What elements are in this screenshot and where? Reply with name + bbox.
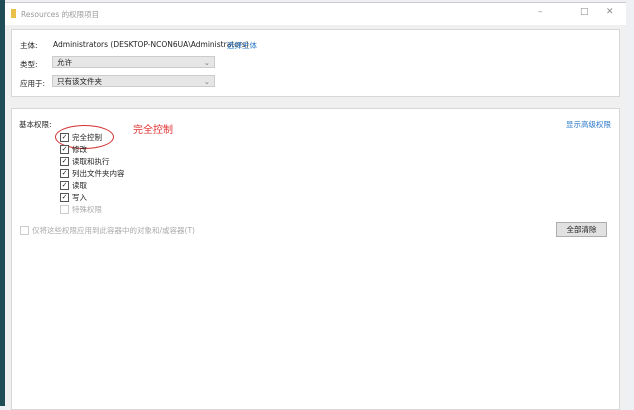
checkbox-read[interactable]: ✓ 读取 (60, 180, 87, 191)
checkbox-label: 仅将这些权限应用到此容器中的对象和/或容器(T) (32, 226, 195, 235)
checkbox-label: 特殊权限 (72, 205, 102, 214)
minimize-button[interactable]: – (538, 7, 543, 17)
checkbox-checked-icon: ✓ (60, 193, 69, 202)
checkbox-unchecked-icon (20, 226, 29, 235)
checkbox-checked-icon: ✓ (60, 133, 69, 142)
applies-to-value: 只有该文件夹 (57, 77, 102, 86)
checkbox-apply-only: 仅将这些权限应用到此容器中的对象和/或容器(T) (20, 225, 195, 236)
principal-value: Administrators (DESKTOP-NCON6UA\Administ… (53, 40, 249, 49)
checkbox-label: 列出文件夹内容 (72, 169, 125, 178)
basic-permissions-panel: 基本权限: 显示高级权限 完全控制 ✓ 完全控制 ✓ 修改 ✓ 读取和执行 ✓ 列出文件… (11, 108, 620, 410)
clear-all-button[interactable]: 全部清除 (556, 222, 607, 237)
chevron-down-icon: ⌄ (203, 77, 210, 86)
checkbox-read-execute[interactable]: ✓ 读取和执行 (60, 156, 110, 167)
checkbox-checked-icon: ✓ (60, 181, 69, 190)
checkbox-modify[interactable]: ✓ 修改 (60, 144, 87, 155)
checkbox-write[interactable]: ✓ 写入 (60, 192, 87, 203)
applies-to-select[interactable]: 只有该文件夹 ⌄ (52, 75, 215, 87)
principal-label: 主体: (20, 41, 38, 50)
checkbox-checked-icon: ✓ (60, 145, 69, 154)
checkbox-full-control[interactable]: ✓ 完全控制 (60, 132, 102, 143)
title-bar: Resources 的权限项目 – □ ✕ (5, 3, 626, 25)
checkbox-label: 读取和执行 (72, 157, 110, 166)
window-title: Resources 的权限项目 (21, 10, 100, 19)
checkbox-label: 读取 (72, 181, 87, 190)
checkbox-checked-icon: ✓ (60, 157, 69, 166)
checkbox-label: 修改 (72, 145, 87, 154)
permission-entry-dialog: Resources 的权限项目 – □ ✕ 主体: Administrators… (5, 2, 626, 410)
chevron-down-icon: ⌄ (203, 58, 210, 67)
type-value: 允许 (57, 58, 72, 67)
show-advanced-link[interactable]: 显示高级权限 (566, 119, 611, 130)
type-label: 类型: (20, 60, 38, 69)
basic-permissions-label: 基本权限: (19, 120, 52, 129)
annotation-text: 完全控制 (133, 125, 173, 136)
maximize-button[interactable]: □ (580, 7, 589, 17)
principal-panel: 主体: Administrators (DESKTOP-NCON6UA\Admi… (11, 29, 620, 97)
checkbox-label: 完全控制 (72, 133, 102, 142)
checkbox-list-folder[interactable]: ✓ 列出文件夹内容 (60, 168, 125, 179)
type-select[interactable]: 允许 ⌄ (52, 56, 215, 68)
close-button[interactable]: ✕ (606, 7, 614, 17)
checkbox-checked-icon: ✓ (60, 169, 69, 178)
checkbox-label: 写入 (72, 193, 87, 202)
checkbox-special: 特殊权限 (60, 204, 102, 215)
select-principal-link[interactable]: 选择主体 (227, 40, 257, 51)
applies-to-label: 应用于: (20, 79, 46, 88)
checkbox-unchecked-icon (60, 205, 69, 214)
folder-icon (11, 9, 16, 18)
